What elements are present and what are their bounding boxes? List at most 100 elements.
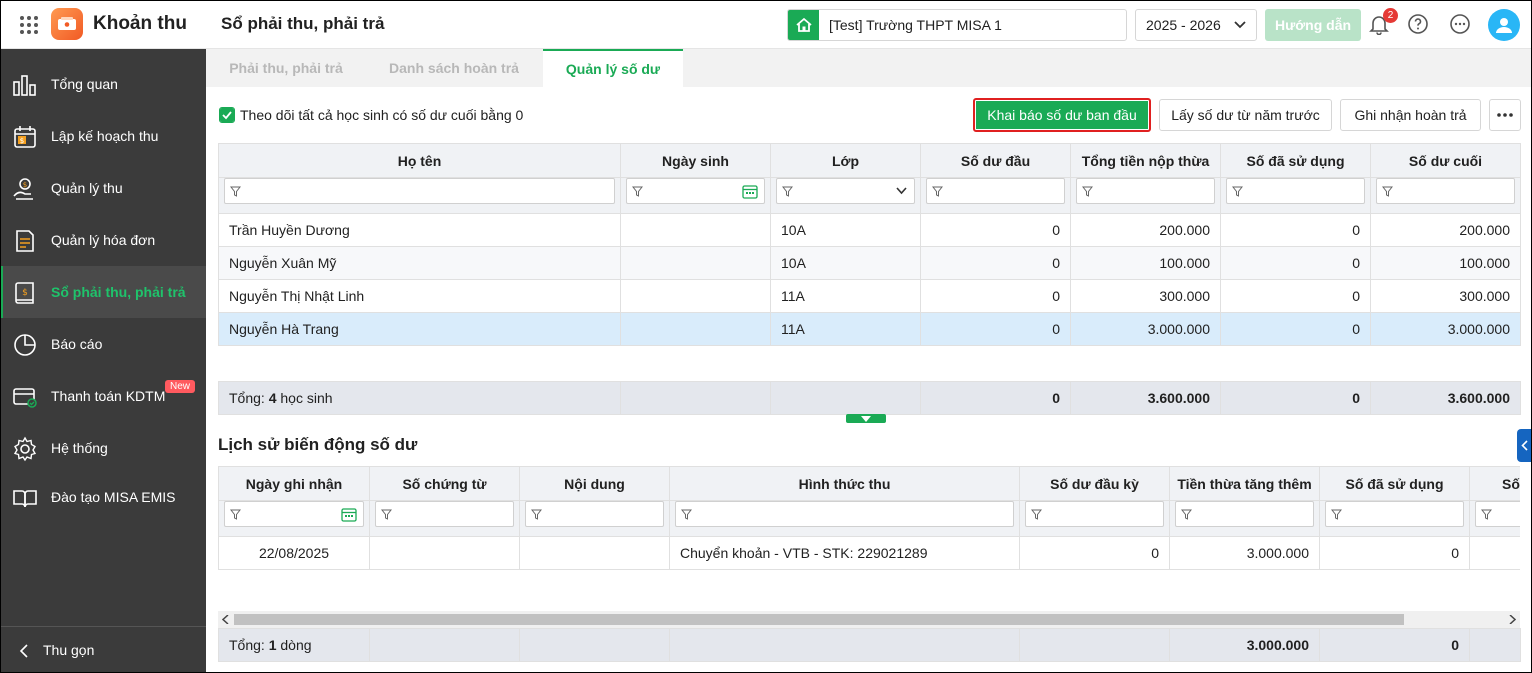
col-header-period-opening[interactable]: Số dư đầu kỳ [1019, 466, 1170, 501]
col-header-used[interactable]: Số đã sử dụng [1319, 466, 1470, 501]
school-selector[interactable]: [Test] Trường THPT MISA 1 [787, 9, 1127, 41]
scroll-right-icon[interactable] [1509, 615, 1516, 624]
total-empty [519, 628, 670, 662]
filter-used-input[interactable] [1325, 501, 1464, 527]
help-icon[interactable] [1407, 13, 1429, 35]
sidebar-item-overview[interactable]: Tổng quan [0, 58, 206, 110]
sidebar-item-collect[interactable]: $ Quản lý thu [0, 162, 206, 214]
col-header-name[interactable]: Họ tên [218, 143, 621, 178]
cell-opening-balance: 0 [920, 312, 1071, 346]
filter-payment-method-input[interactable] [675, 501, 1014, 527]
sidebar-item-invoice[interactable]: Quản lý hóa đơn [0, 214, 206, 266]
more-actions-button[interactable] [1489, 99, 1521, 131]
filter-birthdate-input[interactable] [626, 178, 765, 204]
get-previous-year-balance-button[interactable]: Lấy số dư từ năm trước [1159, 99, 1332, 131]
col-header-used[interactable]: Số đã sử dụng [1220, 143, 1371, 178]
sidebar-item-payment[interactable]: Thanh toán KDTM New [0, 370, 206, 422]
col-header-overpaid-increase[interactable]: Tiền thừa tăng thêm [1169, 466, 1320, 501]
declare-opening-balance-button[interactable]: Khai báo số dư ban đầu [973, 98, 1151, 132]
track-zero-balance-checkbox[interactable] [219, 107, 235, 123]
calendar-icon[interactable] [742, 184, 758, 199]
filter-used-input[interactable] [1226, 178, 1365, 204]
total-empty [1469, 628, 1521, 662]
total-empty [369, 628, 520, 662]
guide-button[interactable]: Hướng dẫn [1265, 9, 1361, 41]
cell-class: 11A [770, 279, 921, 313]
history-total-label: Tổng: 1 dòng [218, 628, 370, 662]
filter-icon [1082, 186, 1093, 197]
col-header-overpaid-total[interactable]: Tổng tiền nộp thừa [1070, 143, 1221, 178]
col-header-birthdate[interactable]: Ngày sinh [620, 143, 771, 178]
school-year-value: 2025 - 2026 [1146, 17, 1221, 33]
col-header-closing-balance[interactable]: Số dư cuối [1370, 143, 1521, 178]
collapse-sidebar-button[interactable]: Thu gọn [0, 626, 206, 673]
balance-panel: Theo dõi tất cả học sinh có số dư cuối b… [206, 87, 1532, 673]
tab-refund-list[interactable]: Danh sách hoàn trả [374, 49, 534, 87]
top-header: Khoản thu Sổ phải thu, phải trả [Test] T… [0, 0, 1532, 49]
resize-handle[interactable] [846, 414, 886, 423]
more-horizontal-icon [1497, 113, 1513, 117]
filter-period-opening-input[interactable] [1025, 501, 1164, 527]
col-header-voucher-no[interactable]: Số chứng từ [369, 466, 520, 501]
table-row-selected[interactable]: Nguyễn Hà Trang 11A 0 3.000.000 0 3.000.… [218, 312, 1521, 346]
table-row[interactable]: Trần Huyền Dương 10A 0 200.000 0 200.000 [218, 213, 1521, 247]
col-header-record-date[interactable]: Ngày ghi nhận [218, 466, 370, 501]
filter-icon [1232, 186, 1243, 197]
home-icon [788, 10, 819, 40]
horizontal-scrollbar[interactable] [218, 611, 1520, 628]
filter-closing-balance-input[interactable] [1376, 178, 1515, 204]
ledger-icon: $ [15, 282, 34, 304]
side-panel-toggle[interactable] [1517, 429, 1532, 462]
filter-icon [1382, 186, 1393, 197]
record-refund-button[interactable]: Ghi nhận hoàn trả [1340, 99, 1481, 131]
table-row[interactable]: 22/08/2025 Chuyển khoản - VTB - STK: 229… [218, 536, 1520, 570]
filter-overpaid-input[interactable] [1076, 178, 1215, 204]
filter-opening-balance-input[interactable] [926, 178, 1065, 204]
col-header-opening-balance[interactable]: Số dư đầu [920, 143, 1071, 178]
sidebar-item-ledger[interactable]: $ Sổ phải thu, phải trả [0, 266, 206, 318]
notification-badge: 2 [1383, 8, 1398, 23]
filter-record-date-input[interactable] [224, 501, 364, 527]
tab-receivable-payable[interactable]: Phải thu, phải trả [206, 49, 366, 87]
filter-content-input[interactable] [525, 501, 664, 527]
scrollbar-thumb[interactable] [234, 614, 1404, 625]
cell-name: Nguyễn Xuân Mỹ [218, 246, 621, 280]
cell-payment-method: Chuyển khoản - VTB - STK: 229021289 [669, 536, 1020, 570]
total-label: Tổng: 4 học sinh [218, 381, 621, 415]
filter-cell [1370, 177, 1521, 214]
sidebar-item-plan[interactable]: $ Lập kế hoạch thu [0, 110, 206, 162]
calendar-icon[interactable] [341, 507, 357, 522]
filter-voucher-input[interactable] [375, 501, 514, 527]
cell-class: 10A [770, 246, 921, 280]
table-row[interactable]: Nguyễn Xuân Mỹ 10A 0 100.000 0 100.000 [218, 246, 1521, 280]
filter-class-select[interactable] [776, 178, 915, 204]
sidebar-item-system[interactable]: Hệ thống [0, 422, 206, 474]
school-year-select[interactable]: 2025 - 2026 [1135, 9, 1257, 41]
cell-used: 0 [1220, 246, 1371, 280]
filter-cell [1220, 177, 1371, 214]
filter-cell [1019, 500, 1170, 537]
sidebar-item-reports[interactable]: Báo cáo [0, 318, 206, 370]
cell-name: Nguyễn Hà Trang [218, 312, 621, 346]
more-icon[interactable] [1449, 13, 1471, 35]
col-header-payment-method[interactable]: Hình thức thu [669, 466, 1020, 501]
scroll-left-icon[interactable] [222, 615, 229, 624]
chevron-down-icon [896, 187, 907, 195]
caret-down-icon [861, 416, 871, 422]
tab-balance-management[interactable]: Quản lý số dư [543, 49, 683, 87]
filter-cell [1469, 500, 1520, 537]
col-header-class[interactable]: Lớp [770, 143, 921, 178]
sidebar-item-training[interactable]: Đào tạo MISA EMIS [0, 471, 206, 523]
chevron-left-icon [19, 644, 28, 658]
cell-class: 11A [770, 312, 921, 346]
col-header-truncated[interactable]: Số [1469, 466, 1520, 501]
apps-grid-icon[interactable] [20, 16, 38, 34]
filter-cell [1319, 500, 1470, 537]
table-row[interactable]: Nguyễn Thị Nhật Linh 11A 0 300.000 0 300… [218, 279, 1521, 313]
filter-truncated-input[interactable] [1475, 501, 1520, 527]
col-header-content[interactable]: Nội dung [519, 466, 670, 501]
filter-name-input[interactable] [224, 178, 615, 204]
user-avatar-icon[interactable] [1488, 9, 1520, 41]
filter-cell [519, 500, 670, 537]
filter-overpaid-increase-input[interactable] [1175, 501, 1314, 527]
